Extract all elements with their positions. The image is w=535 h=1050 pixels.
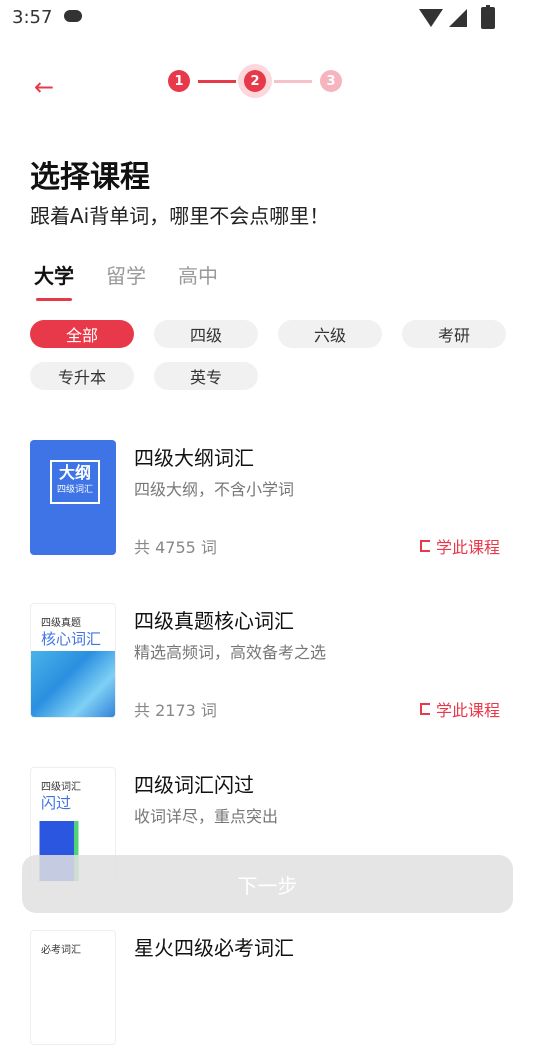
course-item[interactable]: 大纲 四级词汇 四级大纲词汇 四级大纲，不含小学词 共 4755 词 学此课程 [30, 440, 510, 560]
course-desc: 精选高频词，高效备考之选 [134, 643, 327, 662]
step-connector [274, 79, 312, 83]
study-course-label: 学此课程 [435, 701, 500, 720]
course-desc: 收词详尽，重点突出 [134, 807, 279, 826]
book-cover: 必考词汇 [30, 930, 116, 1045]
filter-cet6[interactable]: 六级 [278, 320, 382, 348]
battery-icon [481, 5, 495, 29]
course-desc: 四级大纲，不含小学词 [134, 480, 295, 499]
filter-postgrad[interactable]: 考研 [402, 320, 506, 348]
cover-small-text: 四级词汇 [56, 485, 93, 495]
back-arrow-icon[interactable]: ← [34, 73, 54, 101]
level-tabs: 大学 留学 高中 [34, 260, 218, 301]
status-bar: 3:57 [0, 0, 535, 36]
course-title: 四级真题核心词汇 [134, 609, 294, 633]
study-course-label: 学此课程 [435, 538, 500, 557]
cover-small-text: 必考词汇 [41, 945, 81, 956]
tab-high-school[interactable]: 高中 [178, 260, 218, 289]
page-title: 选择课程 [30, 160, 150, 195]
course-title: 四级词汇闪过 [134, 773, 254, 797]
wifi-icon [419, 9, 443, 27]
study-course-button[interactable]: 学此课程 [419, 534, 500, 558]
step-progress: 1 2 3 [168, 70, 342, 92]
cover-small-text: 四级词汇 [41, 782, 81, 793]
bookmark-icon [419, 703, 430, 715]
word-count: 共 2173 词 [134, 701, 217, 720]
course-title: 星火四级必考词汇 [134, 936, 294, 960]
status-icons [419, 5, 495, 29]
filter-chips: 全部 四级 六级 考研 专升本 英专 [30, 320, 510, 390]
filter-all[interactable]: 全部 [30, 320, 134, 348]
bookmark-icon [419, 540, 430, 552]
cover-label: 大纲 四级词汇 [50, 460, 100, 504]
book-cover: 大纲 四级词汇 [30, 440, 116, 555]
tab-university[interactable]: 大学 [34, 260, 74, 301]
status-time: 3:57 [12, 7, 53, 28]
step-connector [198, 79, 236, 83]
cover-small-text: 四级真题 [41, 618, 81, 629]
next-step-button[interactable]: 下一步 [22, 855, 513, 913]
study-course-button[interactable]: 学此课程 [419, 697, 500, 721]
filter-english-major[interactable]: 英专 [154, 362, 258, 390]
filter-upgrade[interactable]: 专升本 [30, 362, 134, 390]
cover-big-text: 大纲 [58, 463, 91, 482]
tab-study-abroad[interactable]: 留学 [106, 260, 146, 289]
gamepad-icon [64, 10, 82, 22]
cover-pattern [31, 651, 115, 717]
page-subtitle: 跟着Ai背单词，哪里不会点哪里！ [30, 204, 330, 228]
word-count: 共 4755 词 [134, 538, 217, 557]
signal-icon [449, 9, 467, 27]
filter-cet4[interactable]: 四级 [154, 320, 258, 348]
book-cover: 四级真题 核心词汇 [30, 603, 116, 718]
step-2: 2 [244, 70, 266, 92]
course-item[interactable]: 必考词汇 星火四级必考词汇 [30, 930, 510, 1050]
step-3: 3 [320, 70, 342, 92]
step-1: 1 [168, 70, 190, 92]
cover-big-text: 闪过 [41, 794, 72, 812]
cover-big-text: 核心词汇 [41, 630, 102, 648]
course-title: 四级大纲词汇 [134, 446, 254, 470]
course-item[interactable]: 四级真题 核心词汇 四级真题核心词汇 精选高频词，高效备考之选 共 2173 词… [30, 603, 510, 723]
